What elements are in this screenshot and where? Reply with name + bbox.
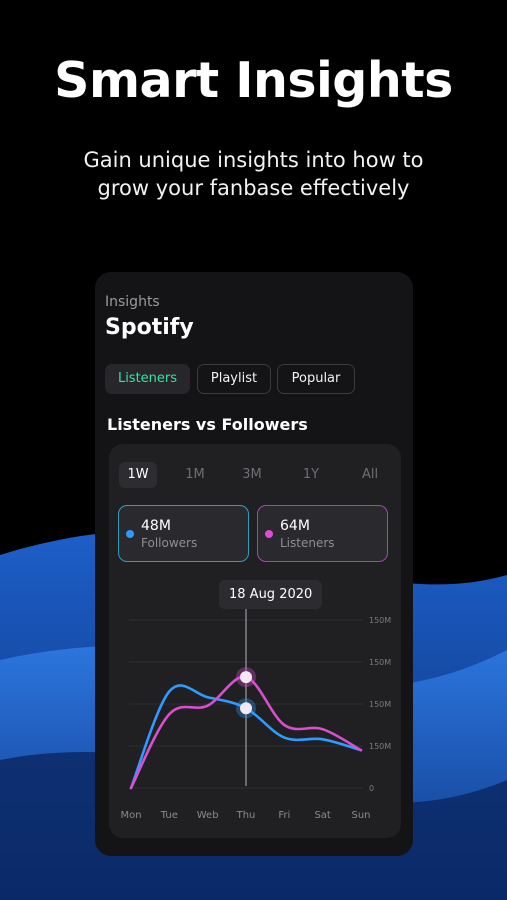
y-tick-label: 150M: [369, 616, 391, 625]
screen-title: Spotify: [105, 315, 194, 340]
y-tick-label: 150M: [369, 700, 391, 709]
x-tick-label: Tue: [160, 810, 178, 821]
x-tick-label: Sun: [351, 810, 370, 821]
section-title: Listeners vs Followers: [107, 415, 308, 434]
highlight-point-listeners: [240, 671, 252, 684]
y-tick-label: 150M: [369, 658, 391, 667]
hero-subtitle-line1: Gain unique insights into how to: [83, 148, 424, 172]
x-tick-label: Web: [197, 810, 219, 821]
highlight-point-followers: [240, 702, 252, 715]
x-tick-label: Mon: [120, 810, 141, 821]
chart-card: 1W 1M 3M 1Y All 48M Followers 64M Listen…: [109, 444, 401, 838]
x-tick-label: Fri: [278, 810, 290, 821]
x-tick-label: Thu: [236, 810, 256, 821]
y-tick-label: 0: [369, 784, 374, 793]
hero-subtitle-line2: grow your fanbase effectively: [97, 176, 410, 200]
screen-kicker: Insights: [105, 294, 160, 310]
line-chart[interactable]: 0 150M 150M 150M 150M Mon Tue Web Thu Fri Sat Sun: [109, 444, 401, 838]
x-tick-label: Sat: [314, 810, 330, 821]
phone-mockup: Insights Spotify Listeners Playlist Popu…: [95, 272, 413, 856]
tab-listeners[interactable]: Listeners: [105, 364, 190, 394]
hero-title: Smart Insights: [54, 52, 453, 109]
tab-playlist[interactable]: Playlist: [197, 364, 271, 394]
y-tick-label: 150M: [369, 742, 391, 751]
hero-subtitle: Gain unique insights into how to grow yo…: [40, 146, 467, 202]
tab-popular[interactable]: Popular: [277, 364, 355, 394]
